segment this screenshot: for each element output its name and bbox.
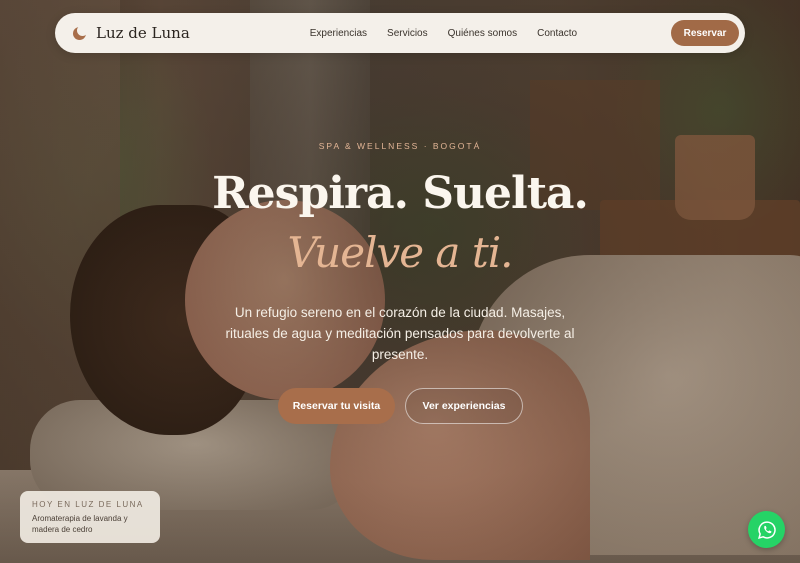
book-visit-button[interactable]: Reservar tu visita (278, 388, 395, 424)
whatsapp-button[interactable] (748, 511, 785, 548)
hero-headline: Respira. Suelta. (212, 168, 589, 219)
hero-headline-accent: Vuelve a ti. (287, 228, 514, 277)
nav-link-servicios[interactable]: Servicios (387, 28, 428, 39)
whatsapp-icon (757, 520, 776, 539)
logo[interactable]: Luz de Luna (73, 24, 190, 42)
view-experiences-button[interactable]: Ver experiencias (405, 388, 523, 424)
nav-link-quienes-somos[interactable]: Quiénes somos (448, 28, 517, 39)
today-card: HOY EN LUZ DE LUNA Aromaterapia de lavan… (20, 491, 160, 543)
nav-link-contacto[interactable]: Contacto (537, 28, 577, 39)
navbar: Luz de Luna Experiencias Servicios Quién… (55, 13, 745, 53)
today-card-label: HOY EN LUZ DE LUNA (32, 500, 144, 509)
hero-background (0, 0, 800, 563)
moon-icon (73, 24, 88, 40)
logo-text: Luz de Luna (96, 24, 190, 42)
nav-link-experiencias[interactable]: Experiencias (310, 28, 367, 39)
hero-subtitle: Un refugio sereno en el corazón de la ci… (225, 305, 575, 362)
today-card-text: Aromaterapia de lavanda y madera de cedr… (32, 514, 128, 534)
hero-eyebrow: SPA & WELLNESS · BOGOTÁ (318, 141, 482, 151)
reserve-button[interactable]: Reservar (671, 20, 739, 46)
nav-links: Experiencias Servicios Quiénes somos Con… (310, 28, 577, 39)
